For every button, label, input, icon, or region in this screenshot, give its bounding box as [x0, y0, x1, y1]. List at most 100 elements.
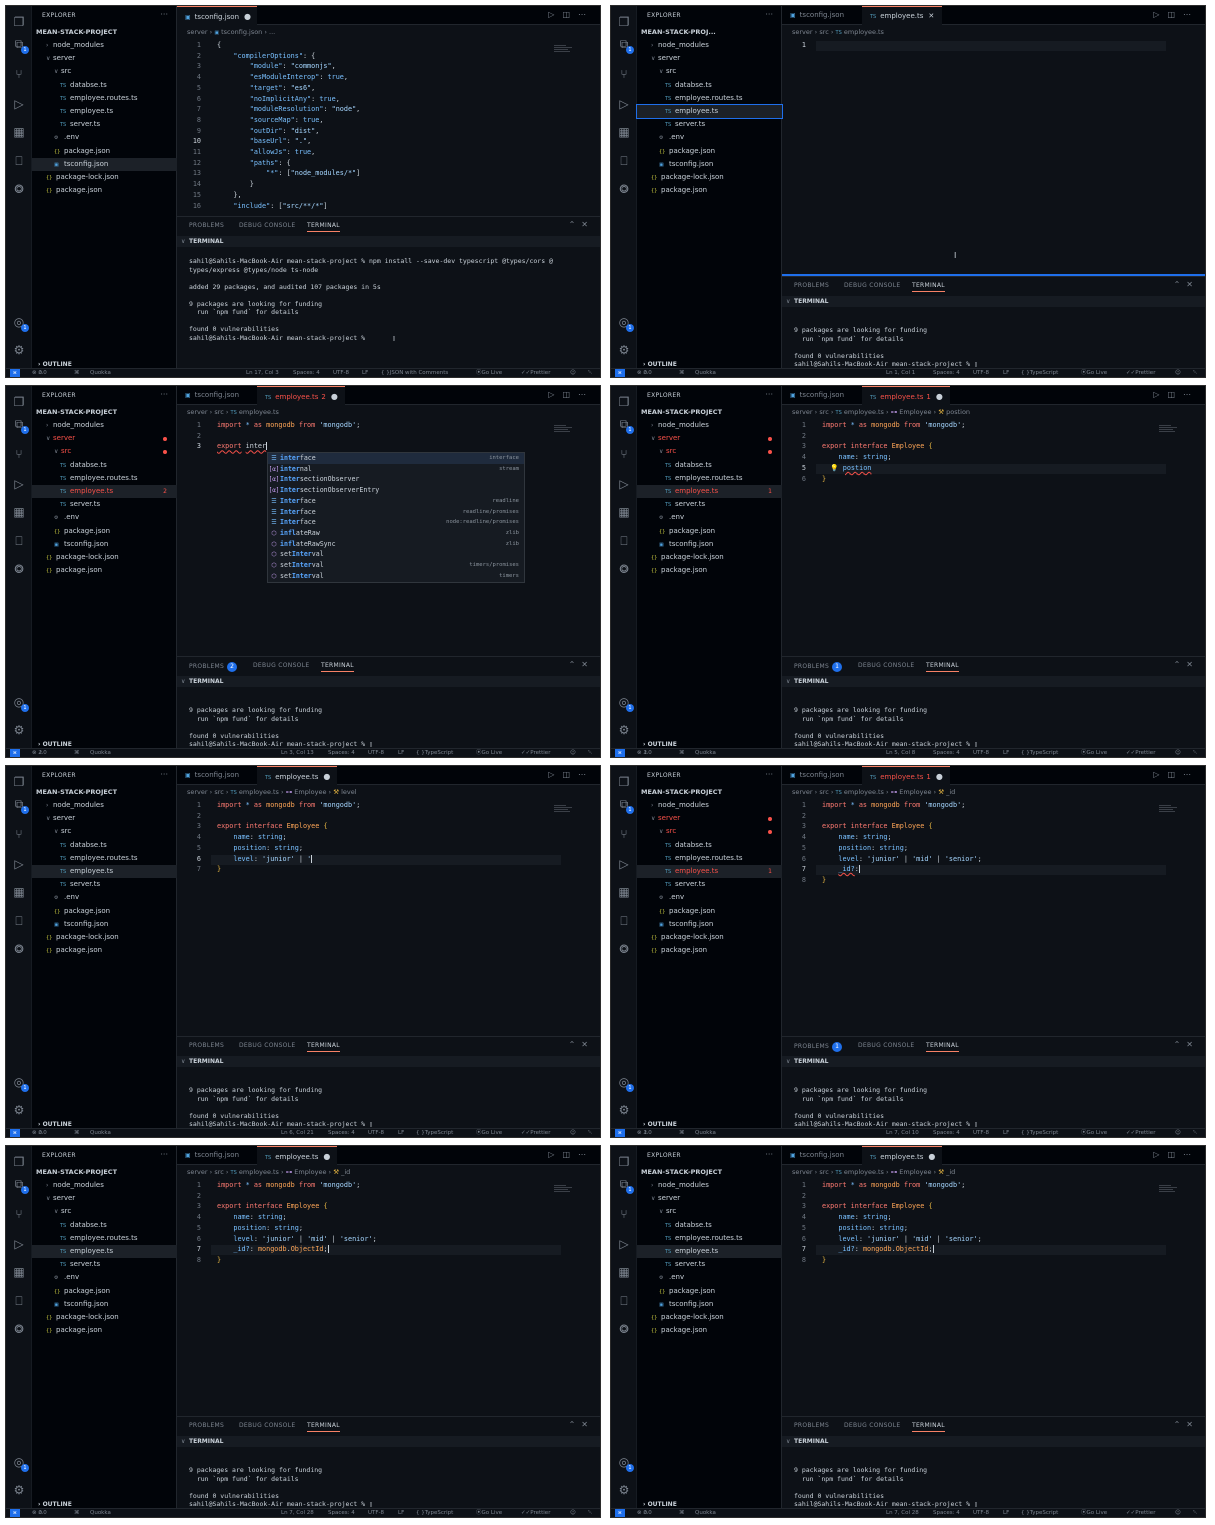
maximize-panel-icon[interactable]: ⌃	[1174, 1040, 1187, 1049]
tree-item-src[interactable]: ∨ src	[32, 1205, 177, 1218]
language-mode[interactable]: { } TypeScript	[416, 1509, 453, 1517]
indentation[interactable]: Spaces: 4	[933, 1129, 960, 1137]
tab-terminal[interactable]: TERMINAL	[912, 282, 945, 292]
minimap[interactable]	[554, 1184, 574, 1194]
notifications-bell-icon[interactable]: ␇	[588, 749, 592, 757]
tab-employee[interactable]: TS employee.ts ●	[257, 1146, 337, 1165]
account-icon[interactable]: ◎ 1	[616, 314, 634, 332]
tree-item-pkg[interactable]: {} package.json	[637, 525, 782, 538]
tree-item-employee[interactable]: TS employee.ts	[32, 105, 177, 118]
maximize-panel-icon[interactable]: ⌃	[1174, 660, 1187, 669]
tree-item-serverts[interactable]: TS server.ts	[32, 118, 177, 131]
minimap[interactable]	[1159, 804, 1179, 814]
tree-item-src[interactable]: ∨ src	[32, 445, 177, 458]
suggestion-item[interactable]: [α]IntersectionObserverEntry	[268, 485, 524, 496]
feedback-icon[interactable]: ☺	[1175, 1129, 1181, 1137]
tree-item-src[interactable]: ∨ src	[637, 1205, 782, 1218]
maximize-panel-icon[interactable]: ⌃	[1174, 280, 1187, 289]
git-graph-icon[interactable]: ⭗	[616, 941, 632, 957]
terminal-header[interactable]: TERMINAL	[782, 1056, 1205, 1067]
tree-item-databse[interactable]: TS databse.ts	[32, 459, 177, 472]
tree-item-serverts[interactable]: TS server.ts	[637, 118, 782, 131]
remote-icon[interactable]: ⪤	[10, 1129, 20, 1137]
problems-status[interactable]: ⊗ 0 ⚠ 0	[637, 1509, 652, 1517]
explorer-icon[interactable]: ⧉ 1	[616, 1176, 634, 1194]
tree-item-tsconfig[interactable]: ▣ tsconfig.json	[637, 538, 782, 551]
run-icon[interactable]: ▷	[1153, 770, 1167, 779]
tree-item-pkg2[interactable]: {} package.json	[637, 944, 782, 957]
quokka-status[interactable]: Quokka	[695, 1129, 716, 1137]
more-actions-icon[interactable]: ⋯	[1183, 770, 1199, 779]
tab-problems[interactable]: PROBLEMS	[794, 1422, 829, 1429]
run-debug-icon[interactable]: ▷	[11, 96, 27, 112]
code-line[interactable]: {	[217, 41, 221, 49]
breadcrumb-server[interactable]: server	[792, 408, 813, 416]
broadcast-icon[interactable]: ⌘	[74, 1509, 80, 1517]
git-graph-icon[interactable]: ⭗	[616, 561, 632, 577]
split-editor-icon[interactable]: ◫	[1167, 770, 1183, 779]
indentation[interactable]: Spaces: 4	[328, 1509, 355, 1517]
code-line[interactable]: "*": ["node_modules/*"]	[217, 169, 360, 177]
tree-item-databse[interactable]: TS databse.ts	[637, 459, 782, 472]
outline-section[interactable]: › OUTLINE	[643, 1501, 677, 1508]
indentation[interactable]: Spaces: 4	[933, 1509, 960, 1517]
project-header[interactable]: MEAN-STACK-PROJECT	[36, 1168, 117, 1176]
project-header[interactable]: MEAN-STACK-PROJECT	[36, 28, 117, 36]
outline-section[interactable]: › OUTLINE	[38, 1121, 72, 1128]
breadcrumb-property[interactable]: _id	[341, 1168, 350, 1176]
remote-icon[interactable]: ⪤	[10, 749, 20, 757]
notifications-bell-icon[interactable]: ␇	[1193, 1129, 1197, 1137]
code-line[interactable]: "moduleResolution": "node",	[217, 105, 361, 113]
files-icon[interactable]: ❐	[616, 394, 632, 410]
tree-item-employee[interactable]: TS employee.ts	[636, 104, 783, 119]
problems-status[interactable]: ⊗ 1 ⚠ 0	[637, 1129, 652, 1137]
explorer-icon[interactable]: ⧉ 1	[616, 796, 634, 814]
suggestion-item[interactable]: ☰ Interface readline/promises	[268, 507, 524, 518]
remote-explorer-icon[interactable]: ⎕	[616, 913, 632, 929]
broadcast-icon[interactable]: ⌘	[679, 1509, 685, 1517]
breadcrumb-file[interactable]: employee.ts	[844, 1168, 884, 1176]
tree-item-routes[interactable]: TS employee.routes.ts	[637, 852, 782, 865]
git-graph-icon[interactable]: ⭗	[11, 181, 27, 197]
source-control-icon[interactable]: ⑂	[11, 826, 27, 842]
breadcrumb-file[interactable]: employee.ts	[239, 408, 279, 416]
git-graph-icon[interactable]: ⭗	[11, 941, 27, 957]
remote-explorer-icon[interactable]: ⎕	[11, 153, 27, 169]
tree-item-pkg[interactable]: {} package.json	[637, 145, 782, 158]
tree-item-pkg[interactable]: {} package.json	[32, 1285, 177, 1298]
breadcrumb-file[interactable]: employee.ts	[844, 408, 884, 416]
encoding[interactable]: UTF-8	[368, 1129, 384, 1137]
code-line[interactable]: name: string;	[822, 453, 891, 461]
terminal-header[interactable]: TERMINAL	[782, 676, 1205, 687]
account-icon[interactable]: ◎ 1	[11, 1454, 29, 1472]
tree-item-employee[interactable]: TS employee.ts 1	[637, 485, 782, 498]
breadcrumb-file[interactable]: employee.ts	[239, 1168, 279, 1176]
tree-item-server[interactable]: ∨ server	[32, 52, 177, 65]
indentation[interactable]: Spaces: 4	[328, 1129, 355, 1137]
line-ending[interactable]: LF	[1003, 1509, 1009, 1517]
remote-explorer-icon[interactable]: ⎕	[11, 533, 27, 549]
quokka-status[interactable]: Quokka	[695, 369, 716, 377]
more-actions-icon[interactable]: ⋯	[1183, 1150, 1199, 1159]
run-icon[interactable]: ▷	[1153, 10, 1167, 19]
tab-tsconfig[interactable]: ▣ tsconfig.json	[782, 1146, 862, 1165]
settings-gear-icon[interactable]: ⚙	[616, 342, 632, 358]
minimap[interactable]	[554, 44, 574, 54]
settings-gear-icon[interactable]: ⚙	[616, 1102, 632, 1118]
terminal-header[interactable]: TERMINAL	[177, 1436, 600, 1447]
tree-item-employee[interactable]: TS employee.ts	[637, 1245, 782, 1258]
tree-item-env[interactable]: ⚙ .env	[32, 1271, 177, 1284]
files-icon[interactable]: ❐	[616, 1154, 632, 1170]
files-icon[interactable]: ❐	[616, 774, 632, 790]
tree-item-server[interactable]: ∨ server	[637, 812, 782, 825]
split-editor-icon[interactable]: ◫	[1167, 390, 1183, 399]
extensions-icon[interactable]: ▦	[616, 1264, 632, 1280]
broadcast-icon[interactable]: ⌘	[74, 1129, 80, 1137]
tree-item-env[interactable]: ⚙ .env	[32, 131, 177, 144]
tree-item-src[interactable]: ∨ src	[637, 825, 782, 838]
code-line[interactable]: level: 'junior' | '	[217, 854, 313, 863]
tree-item-src[interactable]: ∨ src	[32, 65, 177, 78]
indentation[interactable]: Spaces: 4	[293, 369, 320, 377]
go-live-button[interactable]: ⦿ Go Live	[476, 369, 502, 377]
line-ending[interactable]: LF	[1003, 1129, 1009, 1137]
